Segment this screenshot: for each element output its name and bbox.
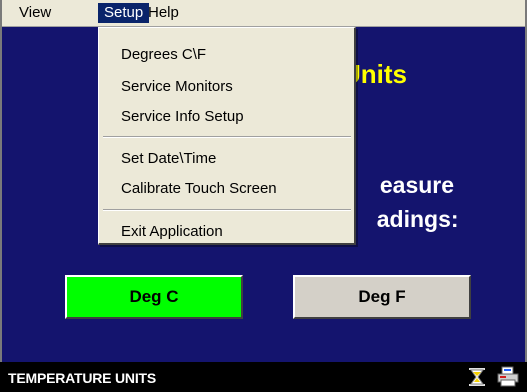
menu-item-calibrate-touch-screen[interactable]: Calibrate Touch Screen: [121, 180, 277, 197]
menu-item-set-date-time[interactable]: Set Date\Time: [121, 150, 216, 167]
menu-view[interactable]: View: [13, 3, 57, 23]
menu-item-service-monitors[interactable]: Service Monitors: [121, 78, 233, 95]
setup-dropdown-menu: Degrees C\F Service Monitors Service Inf…: [98, 27, 356, 245]
menu-item-service-info-setup[interactable]: Service Info Setup: [121, 108, 244, 125]
status-text: TEMPERATURE UNITS: [8, 370, 157, 386]
deg-c-button[interactable]: Deg C: [65, 275, 243, 319]
instruction-line-2-right: adings:: [376, 206, 459, 232]
menu-separator: [103, 209, 351, 211]
menu-help[interactable]: Help: [142, 3, 185, 23]
menu-bar: View Setup Help: [0, 0, 527, 27]
status-bar: TEMPERATURE UNITS: [0, 362, 527, 392]
printer-icon: [497, 366, 519, 387]
menu-separator: [103, 136, 351, 138]
hourglass-icon: [469, 368, 485, 386]
window-frame-left: [0, 0, 2, 27]
menu-item-exit-application[interactable]: Exit Application: [121, 223, 223, 240]
deg-f-button[interactable]: Deg F: [293, 275, 471, 319]
menu-item-degrees[interactable]: Degrees C\F: [121, 46, 206, 63]
